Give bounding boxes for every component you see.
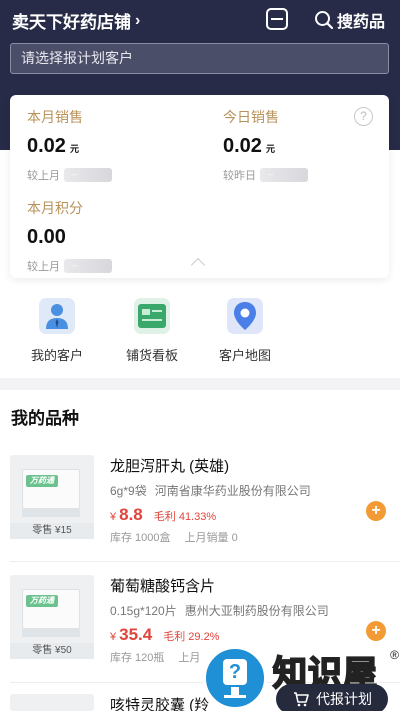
watermark-reg: ® <box>390 648 399 662</box>
product-box-side <box>22 509 80 517</box>
today-sales-stat: 今日销售 0.02 元 较昨日 -- <box>223 107 308 183</box>
search-label: 搜药品 <box>337 14 386 31</box>
stats-card: 本月销售 0.02 元 较上月 -- 今日销售 0.02 元 较昨日 -- 本月… <box>10 95 389 278</box>
product-stock-row: 库存 1000盒 上月销量 0 <box>110 529 238 545</box>
month-points-compare-pill: -- <box>64 259 112 273</box>
chevron-right-icon: › <box>135 11 141 29</box>
product-spec-row: 0.15g*120片 惠州大亚制药股份有限公司 <box>110 602 329 619</box>
month-points-value-row: 0.00 <box>27 226 112 249</box>
today-sales-value: 0.02 <box>223 135 262 157</box>
map-pin-icon <box>227 298 263 334</box>
month-sales-label: 本月销售 <box>27 109 83 125</box>
retail-price: 零售 ¥50 <box>10 643 94 659</box>
product-margin: 毛利 41.33% <box>153 511 217 523</box>
cart-icon <box>294 692 309 707</box>
product-price: 8.8 <box>119 505 143 524</box>
month-points-label: 本月积分 <box>27 200 83 216</box>
product-image: 万药通 零售 ¥15 <box>10 455 94 539</box>
search-icon <box>315 11 334 30</box>
today-sales-value-row: 0.02 元 <box>223 135 308 158</box>
shortcut-label: 铺货看板 <box>125 348 178 363</box>
month-points-compare-label: 较上月 <box>27 261 60 273</box>
product-image: 万药通 零售 ¥50 <box>10 575 94 659</box>
product-manufacturer: 惠州大亚制药股份有限公司 <box>184 604 329 618</box>
product-spec: 6g*9袋 <box>110 484 147 498</box>
product-box-side <box>22 629 80 637</box>
product-item[interactable]: 万药通 零售 ¥15 龙胆泻肝丸 (英雄) 6g*9袋 河南省康华药业股份有限公… <box>0 455 400 573</box>
product-stock-row: 库存 120瓶 上月 <box>110 649 200 665</box>
product-name: 龙胆泻肝丸 (英雄) <box>110 458 230 475</box>
month-sales-stat: 本月销售 0.02 元 较上月 -- <box>27 107 112 183</box>
shop-title[interactable]: 卖天下好药店铺 › <box>12 8 140 33</box>
shortcut-distribution-board[interactable]: 铺货看板 <box>112 298 192 364</box>
product-stock: 库存 1000盒 <box>110 532 171 544</box>
product-image <box>10 694 94 711</box>
month-sales-value-row: 0.02 元 <box>27 135 112 158</box>
shortcut-customer-map[interactable]: 客户地图 <box>205 298 285 364</box>
month-points-stat: 本月积分 0.00 较上月 -- <box>27 198 112 274</box>
today-sales-compare-label: 较昨日 <box>223 170 256 182</box>
today-sales-compare-pill: -- <box>260 168 308 182</box>
month-sales-compare: 较上月 -- <box>27 167 112 183</box>
submit-plan-label: 代报计划 <box>316 691 372 707</box>
product-spec-row: 6g*9袋 河南省康华药业股份有限公司 <box>110 482 311 499</box>
chevron-up-icon[interactable] <box>190 257 206 273</box>
month-points-compare: 较上月 -- <box>27 258 112 274</box>
box-brand: 万药通 <box>26 475 58 487</box>
add-to-cart-button[interactable]: + <box>366 501 386 521</box>
section-title: 我的品种 <box>11 409 79 428</box>
product-price: 35.4 <box>119 625 153 644</box>
product-manufacturer: 河南省康华药业股份有限公司 <box>154 484 311 498</box>
product-name: 咳特灵胶囊 (羚 <box>110 697 210 711</box>
help-icon[interactable]: ? <box>354 107 373 126</box>
shortcut-label: 客户地图 <box>218 348 271 363</box>
search-button[interactable]: 搜药品 <box>314 8 385 32</box>
month-points-value: 0.00 <box>27 226 66 248</box>
watermark-logo-icon: ? <box>203 646 267 710</box>
board-icon <box>134 298 170 334</box>
shortcut-label: 我的客户 <box>30 348 83 363</box>
price-currency: ¥ <box>110 631 117 643</box>
price-currency: ¥ <box>110 511 117 523</box>
product-price-row: ¥ 35.4 毛利 29.2% <box>110 625 219 645</box>
submit-plan-button[interactable]: 代报计划 <box>276 684 388 711</box>
shop-name: 卖天下好药店铺 <box>12 13 131 32</box>
product-last-month-sales: 上月 <box>178 652 201 664</box>
row-divider <box>10 561 400 562</box>
product-margin: 毛利 29.2% <box>163 631 220 643</box>
product-name: 葡萄糖酸钙含片 <box>110 578 216 595</box>
month-sales-compare-pill: -- <box>64 168 112 182</box>
shortcut-my-customers[interactable]: 我的客户 <box>17 298 97 364</box>
box-brand: 万药通 <box>26 595 58 607</box>
today-sales-label: 今日销售 <box>223 109 279 125</box>
scan-icon[interactable] <box>266 8 288 30</box>
today-sales-compare: 较昨日 -- <box>223 167 308 183</box>
month-sales-value: 0.02 <box>27 135 66 157</box>
product-spec: 0.15g*120片 <box>110 604 177 618</box>
add-to-cart-button[interactable]: + <box>366 621 386 641</box>
product-last-month-sales: 上月销量 0 <box>184 532 238 544</box>
shortcut-grid: 我的客户 铺货看板 客户地图 <box>0 298 400 370</box>
month-sales-unit: 元 <box>69 144 79 154</box>
product-stock: 库存 120瓶 <box>110 652 165 664</box>
section-divider <box>0 378 400 390</box>
customer-icon <box>39 298 75 334</box>
retail-price: 零售 ¥15 <box>10 523 94 539</box>
today-sales-unit: 元 <box>265 144 275 154</box>
month-sales-compare-label: 较上月 <box>27 170 60 182</box>
customer-select[interactable]: 请选择报计划客户 <box>10 43 389 74</box>
product-price-row: ¥ 8.8 毛利 41.33% <box>110 505 216 525</box>
